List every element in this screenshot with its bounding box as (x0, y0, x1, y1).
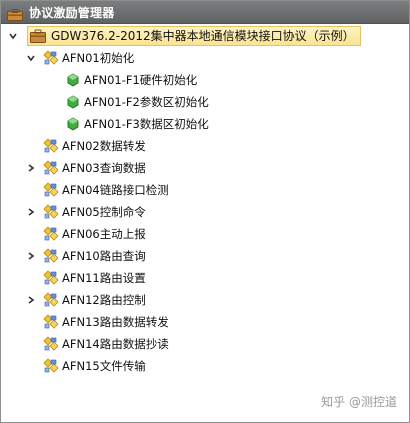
group-node-label: AFN10路由查询 (62, 249, 146, 263)
leaf-node-label: AFN01-F1硬件初始化 (84, 73, 198, 87)
toggle-spacer (25, 360, 37, 372)
protocol-group-icon (43, 292, 59, 308)
tree-leaf-node[interactable]: AFN01-F3数据区初始化 (65, 114, 209, 134)
group-node-label: AFN04链路接口检测 (62, 183, 169, 197)
window-titlebar: 协议激励管理器 (1, 1, 409, 24)
folder-box-icon (30, 28, 46, 44)
protocol-group-icon (43, 226, 59, 242)
toggle-spacer (25, 184, 37, 196)
protocol-group-icon (43, 182, 59, 198)
tree-group-node[interactable]: AFN10路由查询 (25, 246, 146, 266)
leaf-node-label: AFN01-F3数据区初始化 (84, 117, 209, 131)
root-selection[interactable]: GDW376.2-2012集中器本地通信模块接口协议（示例） (27, 26, 361, 46)
protocol-tree[interactable]: GDW376.2-2012集中器本地通信模块接口协议（示例） AFN01初始化 AF… (1, 24, 409, 422)
collapse-arrow-icon[interactable] (7, 30, 19, 42)
green-gem-icon (65, 94, 81, 110)
toggle-spacer (25, 272, 37, 284)
expand-arrow-icon[interactable] (25, 162, 37, 174)
group-node-label: AFN13路由数据转发 (62, 315, 169, 329)
tree-group-node[interactable]: AFN12路由控制 (25, 290, 146, 310)
green-gem-icon (65, 72, 81, 88)
protocol-group-icon (43, 358, 59, 374)
tree-group-node[interactable]: AFN05控制命令 (25, 202, 146, 222)
expand-arrow-icon[interactable] (25, 206, 37, 218)
tree-group-node[interactable]: AFN04链路接口检测 (25, 180, 169, 200)
group-node-label: AFN06主动上报 (62, 227, 146, 241)
group-node-label: AFN01初始化 (62, 51, 135, 65)
protocol-group-icon (43, 336, 59, 352)
collapse-arrow-icon[interactable] (25, 52, 37, 64)
tree-group-node[interactable]: AFN03查询数据 (25, 158, 146, 178)
group-node-label: AFN03查询数据 (62, 161, 146, 175)
protocol-group-icon (43, 160, 59, 176)
leaf-node-label: AFN01-F2参数区初始化 (84, 95, 209, 109)
tree-group-node[interactable]: AFN13路由数据转发 (25, 312, 169, 332)
protocol-group-icon (43, 138, 59, 154)
expand-arrow-icon[interactable] (25, 294, 37, 306)
group-node-label: AFN05控制命令 (62, 205, 146, 219)
toggle-spacer (25, 316, 37, 328)
protocol-group-icon (43, 204, 59, 220)
toggle-spacer (25, 140, 37, 152)
green-gem-icon (65, 116, 81, 132)
root-node-label: GDW376.2-2012集中器本地通信模块接口协议（示例） (51, 29, 355, 43)
toolbox-icon (7, 6, 23, 21)
group-node-label: AFN02数据转发 (62, 139, 146, 153)
tree-leaf-node[interactable]: AFN01-F1硬件初始化 (65, 70, 197, 90)
tree-group-node[interactable]: AFN15文件传输 (25, 356, 146, 376)
group-node-label: AFN15文件传输 (62, 359, 146, 373)
expand-arrow-icon[interactable] (25, 250, 37, 262)
group-node-label: AFN11路由设置 (62, 271, 146, 285)
tree-group-node[interactable]: AFN06主动上报 (25, 224, 146, 244)
tree-leaf-node[interactable]: AFN01-F2参数区初始化 (65, 92, 209, 112)
tree-group-node[interactable]: AFN02数据转发 (25, 136, 146, 156)
tree-group-node[interactable]: AFN11路由设置 (25, 268, 146, 288)
protocol-group-icon (43, 270, 59, 286)
tree-group-node[interactable]: AFN14路由数据抄读 (25, 334, 169, 354)
protocol-manager-window: 协议激励管理器 GDW376.2-2012集中器本地通信模块接口协议（示例） AF… (0, 0, 410, 423)
watermark: 知乎 @测控道 (321, 395, 397, 409)
protocol-group-icon (43, 314, 59, 330)
toggle-spacer (25, 228, 37, 240)
tree-root-node[interactable]: GDW376.2-2012集中器本地通信模块接口协议（示例） (7, 26, 361, 46)
toggle-spacer (25, 338, 37, 350)
protocol-group-icon (43, 50, 59, 66)
protocol-group-icon (43, 248, 59, 264)
window-title: 协议激励管理器 (29, 5, 115, 20)
tree-group-node[interactable]: AFN01初始化 (25, 48, 134, 68)
group-node-label: AFN14路由数据抄读 (62, 337, 169, 351)
group-node-label: AFN12路由控制 (62, 293, 146, 307)
